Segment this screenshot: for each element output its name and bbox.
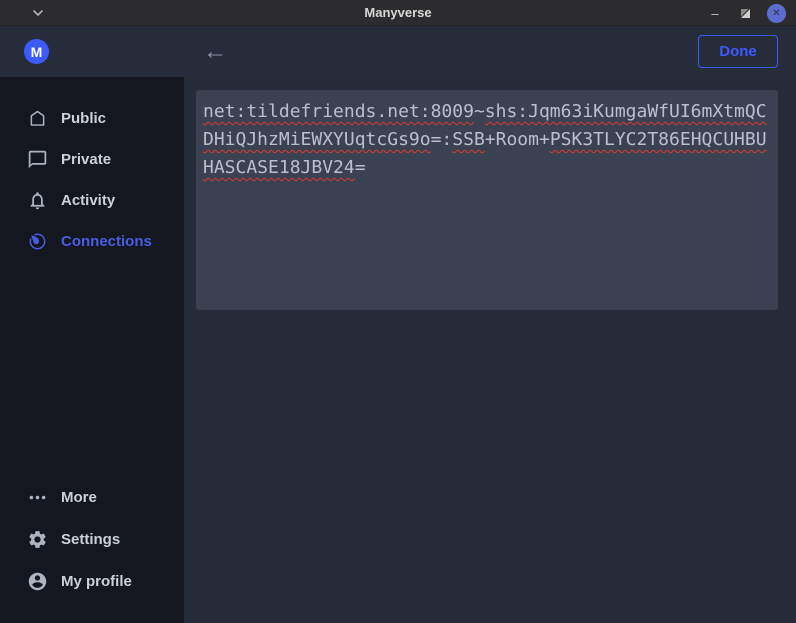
sidebar-item-private[interactable]: Private	[0, 139, 184, 180]
bell-icon	[26, 190, 48, 212]
window-title: Manyverse	[0, 0, 796, 26]
sidebar-item-label: Connections	[61, 233, 152, 250]
gear-icon	[26, 528, 48, 550]
sidebar-item-label: Settings	[61, 531, 120, 548]
back-arrow-icon[interactable]: ←	[200, 26, 230, 77]
more-dots-icon	[26, 486, 48, 508]
chat-bubble-icon	[26, 149, 48, 171]
minimize-button[interactable]: –	[707, 5, 723, 21]
sidebar-main-nav: Public Private A	[0, 77, 184, 262]
sidebar-item-more[interactable]: More	[0, 476, 184, 518]
window-controls: – ✕	[707, 0, 786, 26]
account-circle-icon	[26, 570, 48, 592]
main-content: net:tildefriends.net:8009~shs:Jqm63iKumg…	[184, 77, 796, 623]
sidebar-item-label: Public	[61, 110, 106, 127]
app-header: M ← Done	[0, 26, 796, 77]
sidebar-item-settings[interactable]: Settings	[0, 518, 184, 560]
titlebar: Manyverse – ✕	[0, 0, 796, 26]
close-button[interactable]: ✕	[767, 4, 786, 23]
connections-icon	[26, 231, 48, 253]
logo-letter: M	[31, 44, 43, 60]
invite-code-textarea[interactable]: net:tildefriends.net:8009~shs:Jqm63iKumg…	[196, 90, 778, 310]
body: Public Private A	[0, 77, 796, 623]
app-window: Manyverse – ✕ M ← Done	[0, 0, 796, 623]
sidebar: Public Private A	[0, 77, 184, 623]
sidebar-item-public[interactable]: Public	[0, 98, 184, 139]
done-button[interactable]: Done	[698, 35, 778, 68]
sidebar-item-label: My profile	[61, 573, 132, 590]
sidebar-item-connections[interactable]: Connections	[0, 221, 184, 262]
sidebar-footer-nav: More Settings My	[0, 476, 184, 623]
sidebar-item-activity[interactable]: Activity	[0, 180, 184, 221]
sidebar-item-label: Private	[61, 151, 111, 168]
window-menu-chevron-icon[interactable]	[30, 5, 46, 21]
sidebar-item-label: Activity	[61, 192, 115, 209]
sidebar-item-my-profile[interactable]: My profile	[0, 560, 184, 602]
home-icon	[26, 108, 48, 130]
restore-button[interactable]	[737, 5, 753, 21]
sidebar-item-label: More	[61, 489, 97, 506]
manyverse-logo: M	[24, 39, 49, 64]
